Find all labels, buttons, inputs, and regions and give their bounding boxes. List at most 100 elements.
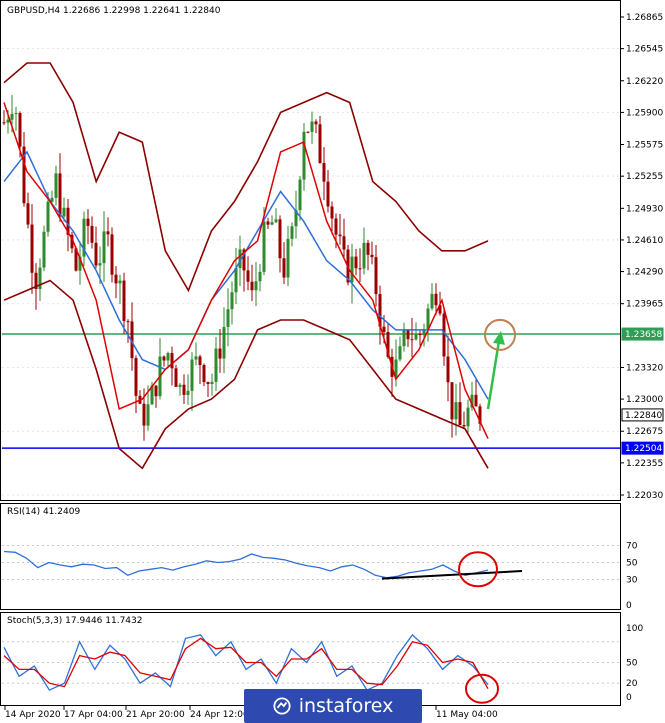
candle-body <box>110 234 114 275</box>
candle-body <box>98 263 102 266</box>
candle-body <box>206 382 210 384</box>
candle-body <box>450 382 454 420</box>
candle-body <box>166 353 170 361</box>
candle-body <box>202 365 206 383</box>
price-tick-label: 1.26865 <box>626 13 663 23</box>
candle-body <box>190 359 194 391</box>
candle-body <box>118 280 122 284</box>
candle-body <box>182 384 186 395</box>
chart-canvas: 1.26865 1.26545 1.26220 1.25900 1.25575 1.252… <box>2 6 664 720</box>
candle-body <box>290 226 294 239</box>
candle-body <box>454 402 458 420</box>
candle-body <box>86 218 90 226</box>
slow-moving-average <box>3 150 489 400</box>
candle-body <box>426 308 430 329</box>
candle-body <box>90 225 94 243</box>
candle-body <box>174 368 178 387</box>
candle-body <box>106 231 110 235</box>
candle-body <box>410 339 414 341</box>
candle-body <box>122 280 126 322</box>
candle-body <box>310 121 314 132</box>
candle-body <box>402 330 406 347</box>
candle-body <box>366 242 370 255</box>
price-tick-label: 1.24290 <box>626 268 663 278</box>
candle-body <box>266 221 270 225</box>
candle-body <box>254 281 258 291</box>
candle-body <box>186 390 190 395</box>
projection-arrow <box>486 340 501 410</box>
candle-body <box>134 358 138 396</box>
candle-body <box>170 353 174 369</box>
price-tick-label: 1.25900 <box>626 108 663 118</box>
candle-body <box>362 242 366 269</box>
time-tick-label: 24 Apr 12:00 <box>190 710 249 720</box>
candle-body <box>342 236 346 250</box>
price-tick-label: 1.22030 <box>626 491 663 501</box>
time-tick-label: 21 Apr 20:00 <box>126 710 185 720</box>
rsi-header: RSI(14) 41.2409 <box>7 507 80 517</box>
candle-body <box>374 257 378 295</box>
stoch-tick-label: 50 <box>626 659 638 669</box>
candle-body <box>466 407 470 427</box>
candle-body <box>210 381 214 384</box>
candle-body <box>62 207 66 217</box>
stoch-header: Stoch(5,3,3) 17.9446 11.7432 <box>7 616 142 626</box>
candle-body <box>282 258 286 278</box>
price-tick-label: 1.23320 <box>626 363 663 373</box>
candle-body <box>274 219 278 223</box>
candle-body <box>258 271 262 282</box>
candle-body <box>418 334 422 336</box>
rsi-tick-label: 30 <box>626 576 638 586</box>
candle-body <box>398 346 402 360</box>
candle-body <box>458 402 462 426</box>
candle-body <box>354 256 358 269</box>
price-tick-label: 1.22675 <box>626 427 663 437</box>
projection-arrow-head <box>493 330 505 345</box>
price-grid <box>2 48 619 496</box>
candle-body <box>334 218 338 235</box>
price-axis: 1.26865 1.26545 1.26220 1.25900 1.25575 1.252… <box>620 13 663 501</box>
instaforex-watermark: instaforex <box>244 689 422 723</box>
candle-body <box>314 121 318 125</box>
candle-body <box>26 203 30 225</box>
candle-body <box>434 293 438 306</box>
candle-body <box>50 197 54 202</box>
candle-body <box>30 224 34 273</box>
stoch-tick-label: 0 <box>626 693 632 703</box>
candle-body <box>406 330 410 340</box>
price-label-text: 1.22840 <box>625 411 662 421</box>
time-tick-label: 17 Apr 04:00 <box>64 710 123 720</box>
candle-body <box>246 270 250 282</box>
candle-body <box>114 274 118 284</box>
candle-body <box>10 113 14 120</box>
candle-body <box>178 384 182 387</box>
candle-body <box>6 119 10 123</box>
candle-body <box>298 179 302 211</box>
candle-body <box>58 173 62 217</box>
rsi-circle <box>458 551 498 588</box>
time-tick-label: 11 May 04:00 <box>436 710 498 720</box>
rsi-tick-label: 0 <box>626 601 632 611</box>
price-tick-label: 1.24930 <box>626 204 663 214</box>
price-label-text: 1.23658 <box>625 330 662 340</box>
candle-body <box>430 293 434 309</box>
candle-body <box>322 163 326 182</box>
candle-body <box>162 356 166 361</box>
price-tick-label: 1.24610 <box>626 236 663 246</box>
price-label-text: 1.22504 <box>625 444 662 454</box>
candle-body <box>414 334 418 340</box>
candle-body <box>46 201 50 232</box>
candle-body <box>214 348 218 382</box>
candle-body <box>126 321 130 323</box>
candle-body <box>18 113 22 147</box>
candle-body <box>358 268 362 270</box>
candle-body <box>94 242 98 266</box>
candle-body <box>154 385 158 397</box>
stoch-tick-label: 20 <box>626 679 638 689</box>
candle-body <box>250 281 254 291</box>
price-tick-label: 1.26220 <box>626 77 663 87</box>
candle-body <box>42 231 46 268</box>
candle-body <box>302 131 306 180</box>
candle-body <box>306 131 310 133</box>
candle-body <box>218 348 222 359</box>
